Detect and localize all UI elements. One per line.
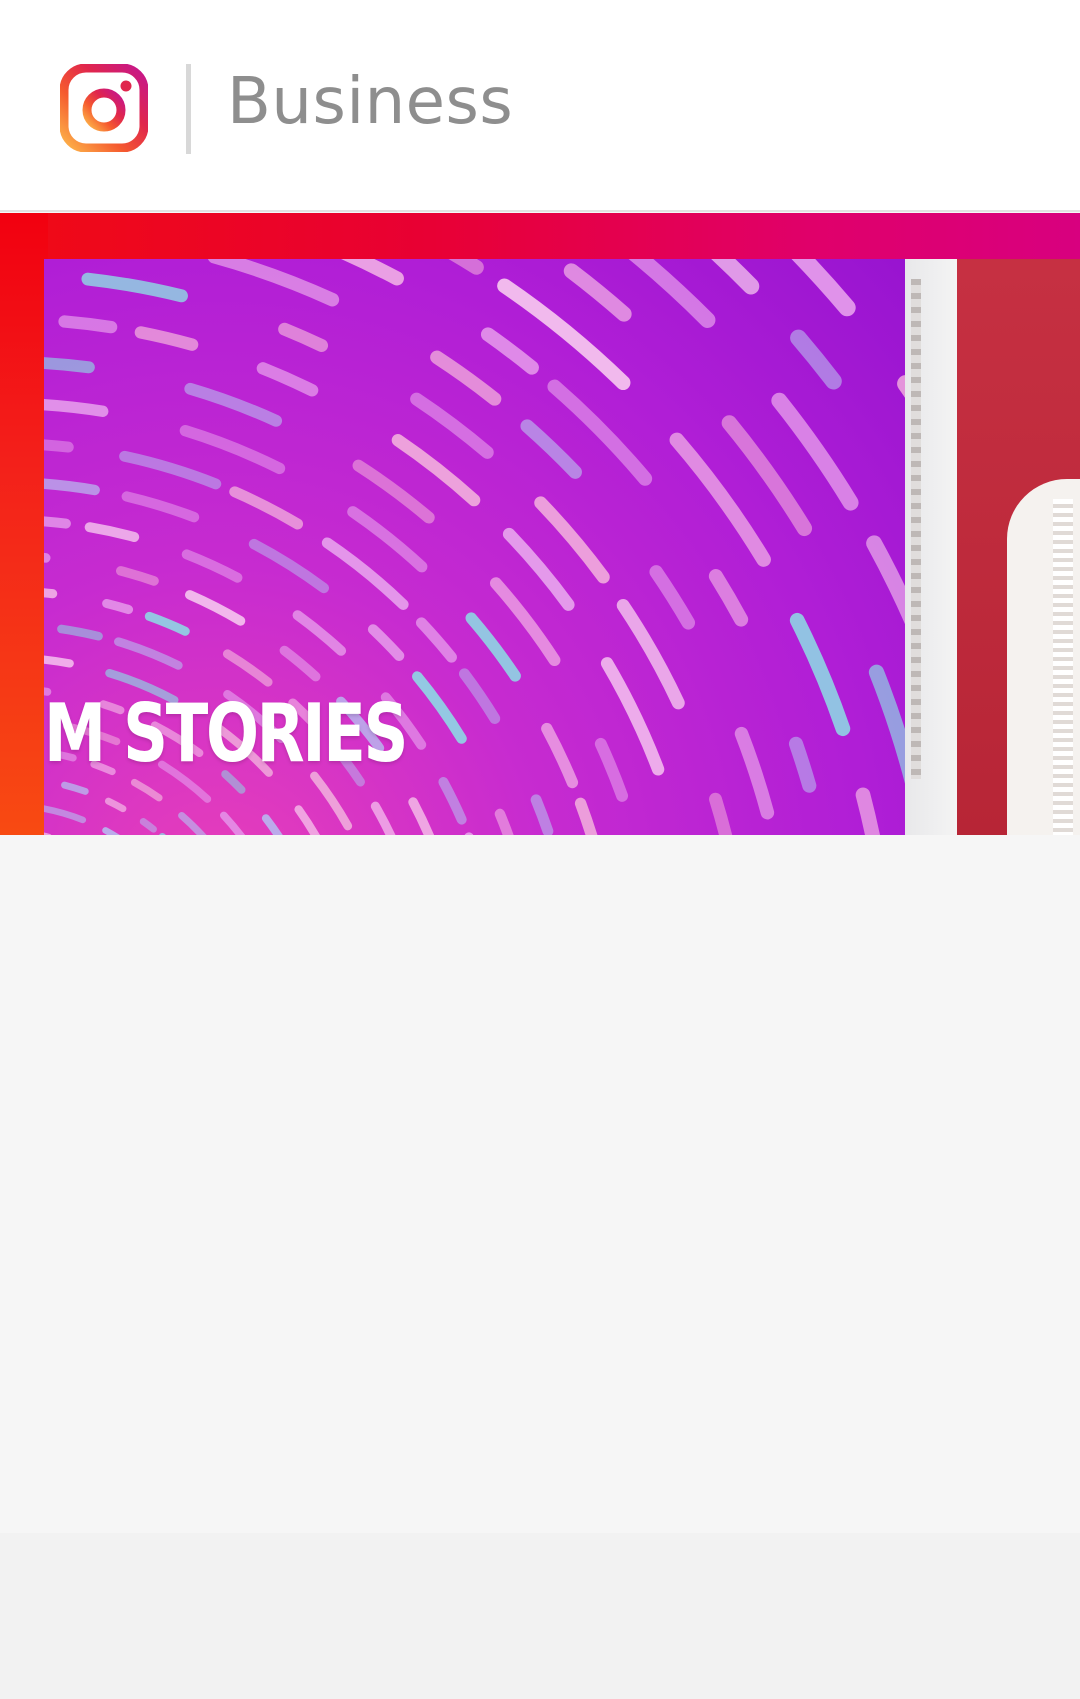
light-streak xyxy=(563,263,632,322)
light-streak xyxy=(44,805,87,824)
light-streak xyxy=(44,655,74,668)
light-streak xyxy=(114,637,183,670)
carousel-slide[interactable]: M STORIES xyxy=(44,259,905,835)
light-streak xyxy=(178,812,207,835)
light-streak xyxy=(220,811,246,835)
light-streak xyxy=(541,722,579,789)
light-streak xyxy=(868,664,905,784)
light-streak xyxy=(489,577,561,667)
page: Business M STORIES xyxy=(0,0,1080,1699)
light-streak xyxy=(790,329,842,390)
light-streak xyxy=(261,814,283,835)
light-streak xyxy=(791,259,856,317)
light-streak xyxy=(279,645,321,682)
light-streak xyxy=(370,801,396,835)
light-streak xyxy=(81,272,188,303)
light-streak xyxy=(708,569,749,627)
light-streak xyxy=(44,399,109,417)
light-streak xyxy=(310,771,353,831)
light-streak xyxy=(367,624,405,661)
light-streak xyxy=(121,491,200,523)
light-streak xyxy=(321,537,409,610)
blouse-ruffle xyxy=(1053,499,1073,835)
light-streak xyxy=(57,624,103,641)
light-streak xyxy=(410,392,494,459)
light-streak xyxy=(58,315,118,334)
light-streak xyxy=(340,259,404,286)
light-streak xyxy=(412,671,467,744)
light-streak xyxy=(184,382,283,427)
light-streak xyxy=(649,565,696,630)
light-streak xyxy=(530,794,554,835)
light-streak xyxy=(44,516,71,529)
light-streak xyxy=(788,736,817,793)
light-streak xyxy=(866,535,905,625)
light-streak xyxy=(44,439,74,453)
light-streak xyxy=(494,808,514,835)
light-streak xyxy=(181,549,243,583)
light-streak xyxy=(185,590,246,626)
light-streak xyxy=(855,787,880,835)
light-streak xyxy=(139,818,157,833)
light-streak xyxy=(84,522,140,542)
slide-title: M STORIES xyxy=(44,687,408,780)
light-streak xyxy=(430,350,502,406)
light-streak xyxy=(44,588,58,599)
light-streak xyxy=(119,450,222,490)
carousel-slide[interactable] xyxy=(905,259,1080,835)
light-streak xyxy=(352,459,435,524)
light-streak xyxy=(534,496,610,584)
light-streak xyxy=(134,326,199,351)
header-divider xyxy=(186,64,191,154)
light-streak xyxy=(709,792,733,835)
light-streak xyxy=(789,612,851,737)
light-streak xyxy=(278,322,329,352)
light-streak xyxy=(502,527,575,611)
light-streak xyxy=(130,778,163,802)
light-streak xyxy=(292,610,347,656)
light-streak xyxy=(104,797,127,813)
business-label: Business xyxy=(227,65,514,139)
light-streak xyxy=(458,668,501,724)
light-streak xyxy=(574,797,598,835)
site-header: Business xyxy=(0,0,1080,212)
light-streak xyxy=(102,598,134,615)
light-streak xyxy=(415,617,457,663)
light-streak xyxy=(520,419,582,479)
light-streak xyxy=(144,611,190,636)
light-streak xyxy=(465,612,521,682)
light-streak xyxy=(61,781,89,795)
light-streak xyxy=(480,327,539,375)
light-streak xyxy=(347,506,428,573)
light-streak xyxy=(771,392,859,511)
light-streak xyxy=(44,357,95,374)
light-streak xyxy=(600,657,665,776)
light-streak xyxy=(44,478,100,496)
light-streak xyxy=(256,362,319,397)
light-streak xyxy=(294,805,320,835)
light-streak xyxy=(248,538,329,594)
light-streak xyxy=(222,649,273,687)
hero-band-edge xyxy=(0,213,48,835)
instagram-logo-icon[interactable] xyxy=(59,63,149,153)
footer-strip xyxy=(0,1533,1080,1699)
content-area xyxy=(0,835,1080,1533)
light-streak xyxy=(616,598,685,710)
light-streak xyxy=(116,566,159,586)
light-streak xyxy=(229,486,304,530)
slide-image-part xyxy=(911,279,921,779)
light-streak xyxy=(734,726,775,820)
light-streak xyxy=(208,259,340,307)
light-streak xyxy=(408,797,435,835)
light-streak xyxy=(44,552,51,563)
light-streak xyxy=(438,777,467,825)
light-streak xyxy=(594,737,629,802)
light-streak xyxy=(179,425,286,475)
stories-carousel[interactable]: M STORIES xyxy=(44,259,1080,835)
light-streak xyxy=(391,434,481,507)
